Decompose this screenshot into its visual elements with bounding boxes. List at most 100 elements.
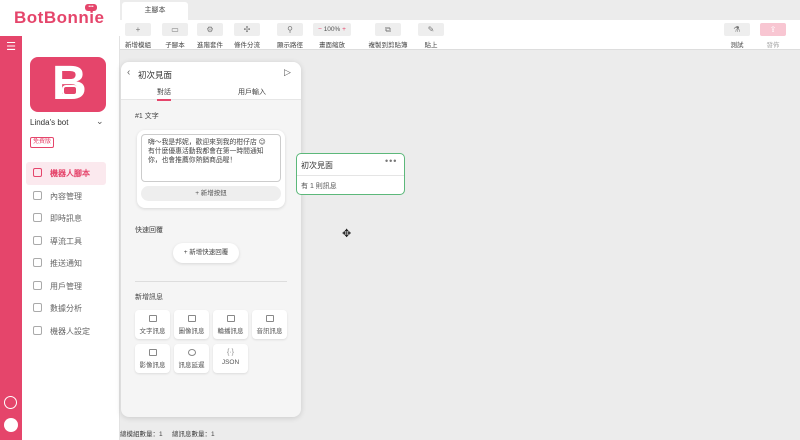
play-icon[interactable]: ▷ — [284, 67, 291, 78]
message-type-audio[interactable]: 音訊訊息 — [252, 310, 287, 339]
sidebar: B Linda's bot ⌄ 免費版 機器人腳本 內容管理 即時訊息 導流工具… — [22, 36, 120, 440]
tab-user-input[interactable]: 用戶輸入 — [238, 87, 266, 97]
speaker-icon — [265, 315, 274, 322]
message-type-carousel[interactable]: 輪播訊息 — [213, 310, 248, 339]
gear-icon: ⚙ — [197, 23, 223, 36]
message-type-label: 輪播訊息 — [217, 328, 244, 335]
brand-logo[interactable]: BotBonnie — [14, 8, 104, 28]
text-message-card: 嗨～我是邦妮，歡迎來到我的柑仔店 😉 有什麼優惠活動我都會在第一時間通知你，也會… — [137, 130, 285, 208]
copy-clipboard-button[interactable]: ⧉ 複製到剪貼簿 — [366, 23, 410, 49]
menu-icon[interactable]: ☰ — [5, 41, 17, 53]
tool-label: 進階套件 — [197, 42, 223, 49]
tab-dialog[interactable]: 對話 — [157, 87, 171, 101]
logo-badge: ••• — [85, 4, 97, 11]
tab-main-script[interactable]: 主腳本 — [122, 2, 188, 20]
sidebar-item-broadcast[interactable]: 推送通知 — [26, 252, 106, 275]
gear-icon — [33, 325, 42, 335]
message-textarea[interactable]: 嗨～我是邦妮，歡迎來到我的柑仔店 😉 有什麼優惠活動我都會在第一時間通知你，也會… — [141, 134, 281, 182]
message-count: 總訊息數量：1 — [172, 431, 215, 438]
zoom-in-button[interactable]: + — [342, 26, 346, 33]
panel-title[interactable]: 初次見面 — [138, 69, 172, 81]
robot-script-icon — [33, 168, 42, 177]
node-title: 初次見面 — [301, 161, 333, 170]
globe-icon[interactable] — [4, 396, 17, 409]
sidebar-item-label: 內容管理 — [50, 191, 82, 201]
carousel-icon — [226, 315, 235, 322]
module-count: 總模組數量：1 — [120, 431, 163, 438]
sidebar-item-robot-script[interactable]: 機器人腳本 — [26, 162, 106, 185]
message-type-label: 音訊訊息 — [256, 328, 283, 335]
tool-label: 子腳本 — [165, 42, 185, 49]
message-type-delay[interactable]: 訊息延遲 — [174, 344, 209, 373]
bot-avatar-letter: B — [52, 57, 87, 110]
message-type-label: 訊息延遲 — [178, 362, 205, 369]
test-button[interactable]: ⚗ 測試 — [722, 23, 752, 49]
sidebar-item-settings[interactable]: 機器人設定 — [26, 320, 106, 343]
show-path-button[interactable]: ⚲ 顯示路徑 — [275, 23, 305, 49]
sidebar-item-label: 即時訊息 — [50, 214, 82, 223]
text-section-label: #1 文字 — [135, 113, 159, 120]
publish-button[interactable]: ⇪ 發佈 — [758, 23, 788, 49]
message-type-text[interactable]: 文字訊息 — [135, 310, 170, 339]
status-bar: 總模組數量：1 總訊息數量：1 — [120, 428, 800, 440]
flask-icon: ⚗ — [724, 23, 750, 36]
toolbar: + 新增模組 ▭ 子腳本 ⚙ 進階套件 ✣ 條件分流 ⚲ 顯示路徑 − 100%… — [120, 20, 800, 50]
add-button-button[interactable]: + 新增按鈕 — [141, 186, 281, 201]
sidebar-item-label: 用戶管理 — [50, 281, 82, 291]
message-type-json[interactable]: {·} JSON — [213, 344, 248, 373]
sidebar-item-label: 導流工具 — [50, 236, 82, 246]
sidebar-item-label: 機器人設定 — [50, 326, 90, 336]
zoom-value: 100% — [323, 26, 341, 33]
image-icon — [187, 315, 196, 322]
sidebar-item-label: 機器人腳本 — [50, 169, 90, 178]
message-type-label: 圖像訊息 — [178, 328, 205, 335]
video-icon — [148, 349, 157, 356]
new-module-button[interactable]: + 新增模組 — [123, 23, 153, 49]
add-quick-reply-button[interactable]: + 新增快速回覆 — [173, 243, 239, 263]
flow-node[interactable]: 初次見面 ••• 有 1 則訊息 — [296, 153, 405, 195]
tool-label: 發佈 — [766, 42, 780, 49]
advanced-kit-button[interactable]: ⚙ 進階套件 — [195, 23, 225, 49]
copy-icon: ⧉ — [375, 23, 401, 36]
condition-split-button[interactable]: ✣ 條件分流 — [232, 23, 262, 49]
bot-avatar[interactable]: B — [30, 57, 106, 112]
chart-icon — [33, 303, 42, 312]
sidebar-item-users[interactable]: 用戶管理 — [26, 275, 106, 298]
message-type-image[interactable]: 圖像訊息 — [174, 310, 209, 339]
chat-icon — [33, 213, 42, 222]
module-editor-panel: ‹ 初次見面 ▷ 對話 用戶輸入 #1 文字 嗨～我是邦妮，歡迎來到我的柑仔店 … — [121, 62, 301, 417]
tool-label: 條件分流 — [234, 42, 260, 49]
move-cursor-icon: ✥ — [342, 228, 352, 240]
node-message-count: 有 1 則訊息 — [301, 183, 337, 190]
publish-icon: ⇪ — [760, 23, 786, 36]
sidebar-item-content[interactable]: 內容管理 — [26, 185, 106, 208]
zoom-control[interactable]: − 100% + — [313, 23, 351, 36]
paste-button[interactable]: ✎ 貼上 — [416, 23, 446, 49]
sidebar-item-label: 推送通知 — [50, 259, 82, 268]
clock-icon — [187, 349, 196, 356]
sidebar-item-traffic[interactable]: 導流工具 — [26, 230, 106, 253]
message-type-video[interactable]: 影像訊息 — [135, 344, 170, 373]
message-type-label: 文字訊息 — [139, 328, 166, 335]
sidebar-item-live-chat[interactable]: 即時訊息 — [26, 207, 106, 230]
sidebar-item-analytics[interactable]: 數據分析 — [26, 297, 106, 320]
quick-reply-label: 快速回覆 — [135, 227, 163, 234]
user-avatar[interactable] — [4, 418, 18, 432]
zoom-out-button[interactable]: − — [318, 26, 322, 33]
tool-label: 測試 — [730, 42, 744, 49]
chevron-left-icon[interactable]: ‹ — [127, 67, 130, 78]
json-icon: {·} — [226, 349, 234, 356]
divider — [135, 281, 287, 282]
more-options-icon[interactable]: ••• — [385, 156, 397, 166]
bot-name[interactable]: Linda's bot — [30, 118, 68, 127]
tool-label: 貼上 — [424, 42, 438, 49]
sub-script-button[interactable]: ▭ 子腳本 — [160, 23, 190, 49]
zoom-label: 畫面縮放 — [319, 42, 345, 49]
tool-label: 顯示路徑 — [277, 42, 303, 49]
content-icon — [33, 190, 42, 200]
paste-icon: ✎ — [418, 23, 444, 36]
chevron-down-icon[interactable]: ⌄ — [96, 116, 104, 127]
sidebar-item-label: 數據分析 — [50, 304, 82, 313]
tool-label: 新增模組 — [125, 42, 151, 49]
text-message-icon — [148, 315, 157, 322]
